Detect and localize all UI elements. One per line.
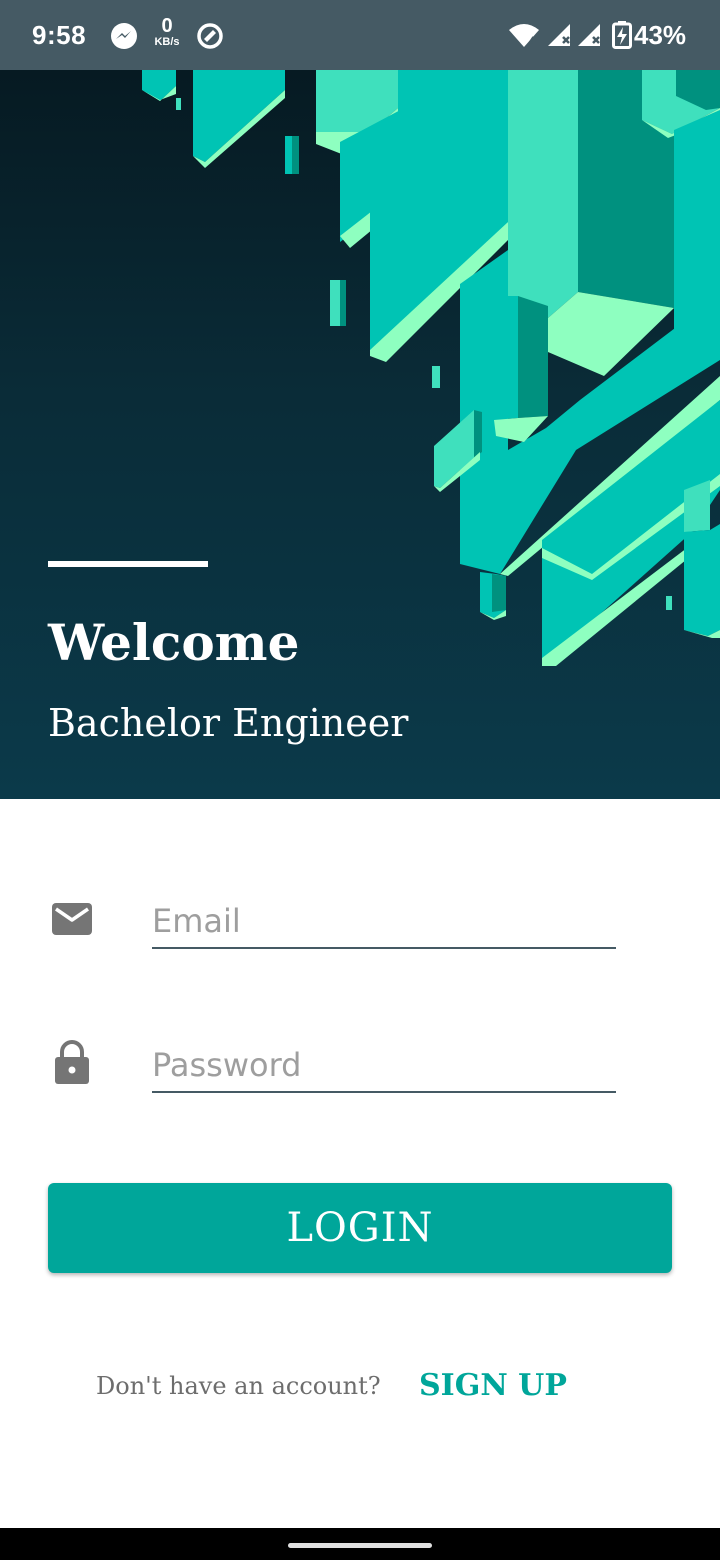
- signal-icon: [578, 24, 600, 46]
- login-button[interactable]: LOGIN: [48, 1183, 672, 1273]
- battery-charging-icon: [612, 21, 632, 49]
- header-illustration: [142, 70, 720, 666]
- status-bar: 9:58 0 KB/s 4 43%: [0, 0, 720, 70]
- status-time: 9:58: [32, 20, 87, 50]
- wifi-icon: 4: [509, 24, 539, 47]
- email-input[interactable]: [152, 895, 616, 947]
- password-field[interactable]: [152, 1039, 616, 1093]
- home-gesture-handle[interactable]: [288, 1543, 432, 1548]
- net-speed-unit: KB/s: [154, 36, 180, 48]
- header-accent-line: [48, 561, 208, 567]
- welcome-subtitle: Bachelor Engineer: [48, 701, 409, 745]
- no-account-text: Don't have an account?: [96, 1372, 381, 1400]
- battery-percent: 43%: [634, 20, 687, 50]
- net-speed: 0 KB/s: [150, 16, 184, 48]
- password-input[interactable]: [152, 1039, 616, 1091]
- welcome-header: Welcome Bachelor Engineer: [0, 70, 720, 799]
- welcome-title: Welcome: [48, 613, 300, 672]
- signal-icon: [548, 24, 570, 46]
- email-field[interactable]: [152, 895, 616, 949]
- data-saver-icon: [197, 23, 223, 49]
- navigation-bar: [0, 1528, 720, 1560]
- lock-icon: [55, 1040, 89, 1084]
- messenger-icon: [111, 23, 137, 49]
- net-speed-value: 0: [161, 15, 173, 37]
- svg-text:4: 4: [529, 35, 536, 47]
- signup-link[interactable]: SIGN UP: [419, 1368, 567, 1403]
- email-icon: [52, 903, 92, 935]
